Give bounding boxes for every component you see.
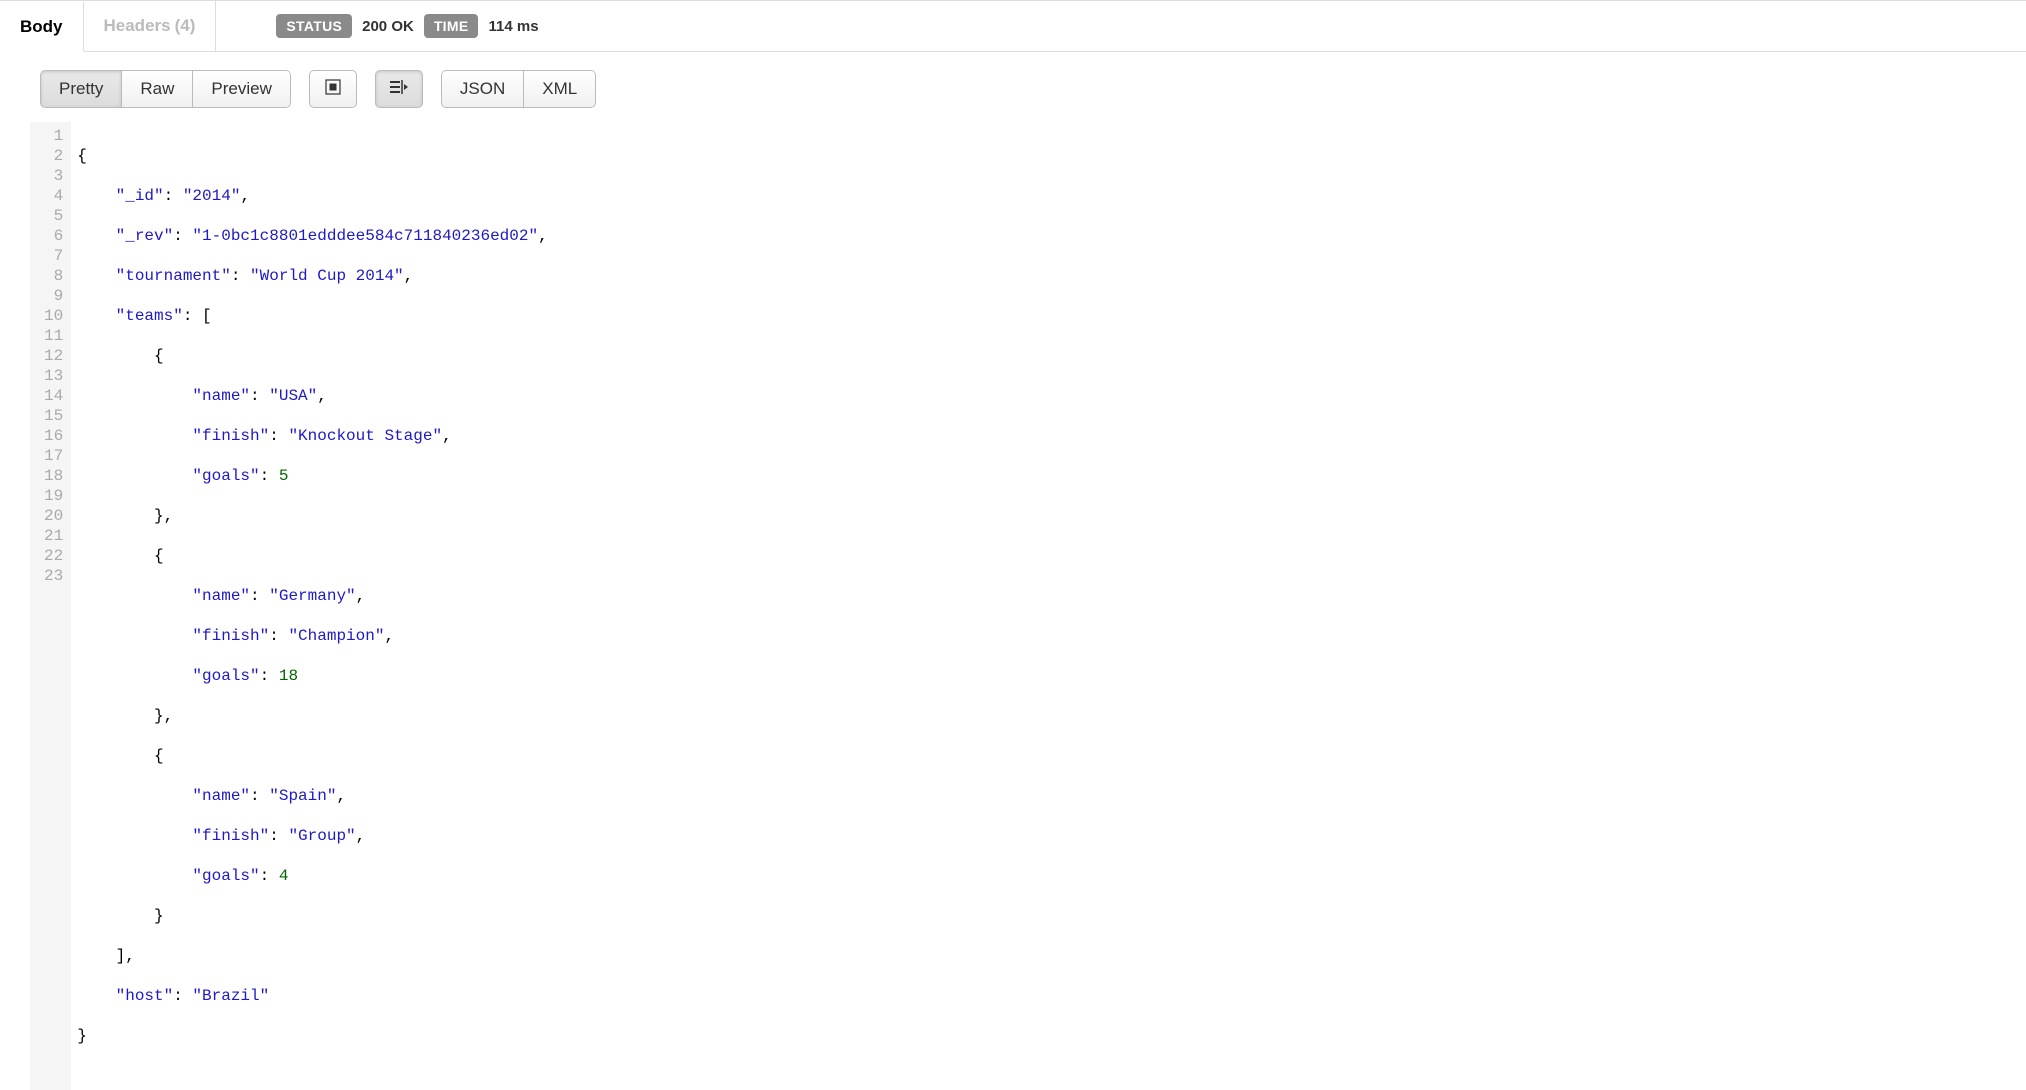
line-number: 16 (44, 426, 63, 446)
line-number: 7 (44, 246, 63, 266)
status-cluster: STATUS 200 OK TIME 114 ms (276, 14, 538, 38)
wrap-button[interactable] (375, 70, 423, 108)
line-number: 21 (44, 526, 63, 546)
format-group: JSON XML (441, 70, 596, 108)
time-value: 114 ms (488, 18, 538, 35)
tab-body-label: Body (20, 17, 63, 37)
line-number: 11 (44, 326, 63, 346)
raw-button[interactable]: Raw (121, 70, 193, 108)
tab-headers-label: Headers (104, 16, 171, 36)
line-number: 23 (44, 566, 63, 586)
line-number: 9 (44, 286, 63, 306)
line-number: 19 (44, 486, 63, 506)
line-number: 18 (44, 466, 63, 486)
line-number-gutter: 1234567891011121314151617181920212223 (30, 122, 71, 1090)
line-number: 14 (44, 386, 63, 406)
response-toolbar: Pretty Raw Preview JSON XML (0, 52, 2026, 122)
line-number: 1 (44, 126, 63, 146)
line-number: 22 (44, 546, 63, 566)
line-number: 13 (44, 366, 63, 386)
line-number: 10 (44, 306, 63, 326)
line-number: 12 (44, 346, 63, 366)
line-number: 20 (44, 506, 63, 526)
line-number: 17 (44, 446, 63, 466)
response-topbar: Body Headers (4) STATUS 200 OK TIME 114 … (0, 0, 2026, 52)
line-number: 15 (44, 406, 63, 426)
status-badge: STATUS (276, 14, 352, 38)
wrap-lines-icon (389, 79, 409, 100)
expand-button[interactable] (309, 70, 357, 108)
line-number: 2 (44, 146, 63, 166)
status-value: 200 OK (362, 18, 414, 35)
response-tabs: Body Headers (4) (0, 1, 216, 51)
json-button[interactable]: JSON (441, 70, 524, 108)
expand-icon (324, 78, 342, 101)
line-number: 3 (44, 166, 63, 186)
line-number: 6 (44, 226, 63, 246)
preview-button[interactable]: Preview (192, 70, 290, 108)
line-number: 4 (44, 186, 63, 206)
response-body: 1234567891011121314151617181920212223 { … (30, 122, 1996, 1090)
response-code[interactable]: { "_id": "2014", "_rev": "1-0bc1c8801edd… (71, 122, 547, 1090)
tab-body[interactable]: Body (0, 2, 84, 52)
line-number: 5 (44, 206, 63, 226)
xml-button[interactable]: XML (523, 70, 596, 108)
view-mode-group: Pretty Raw Preview (40, 70, 291, 108)
tab-headers[interactable]: Headers (4) (84, 1, 217, 51)
line-number: 8 (44, 266, 63, 286)
tab-headers-count: (4) (175, 16, 196, 36)
pretty-button[interactable]: Pretty (40, 70, 122, 108)
time-badge: TIME (424, 14, 479, 38)
